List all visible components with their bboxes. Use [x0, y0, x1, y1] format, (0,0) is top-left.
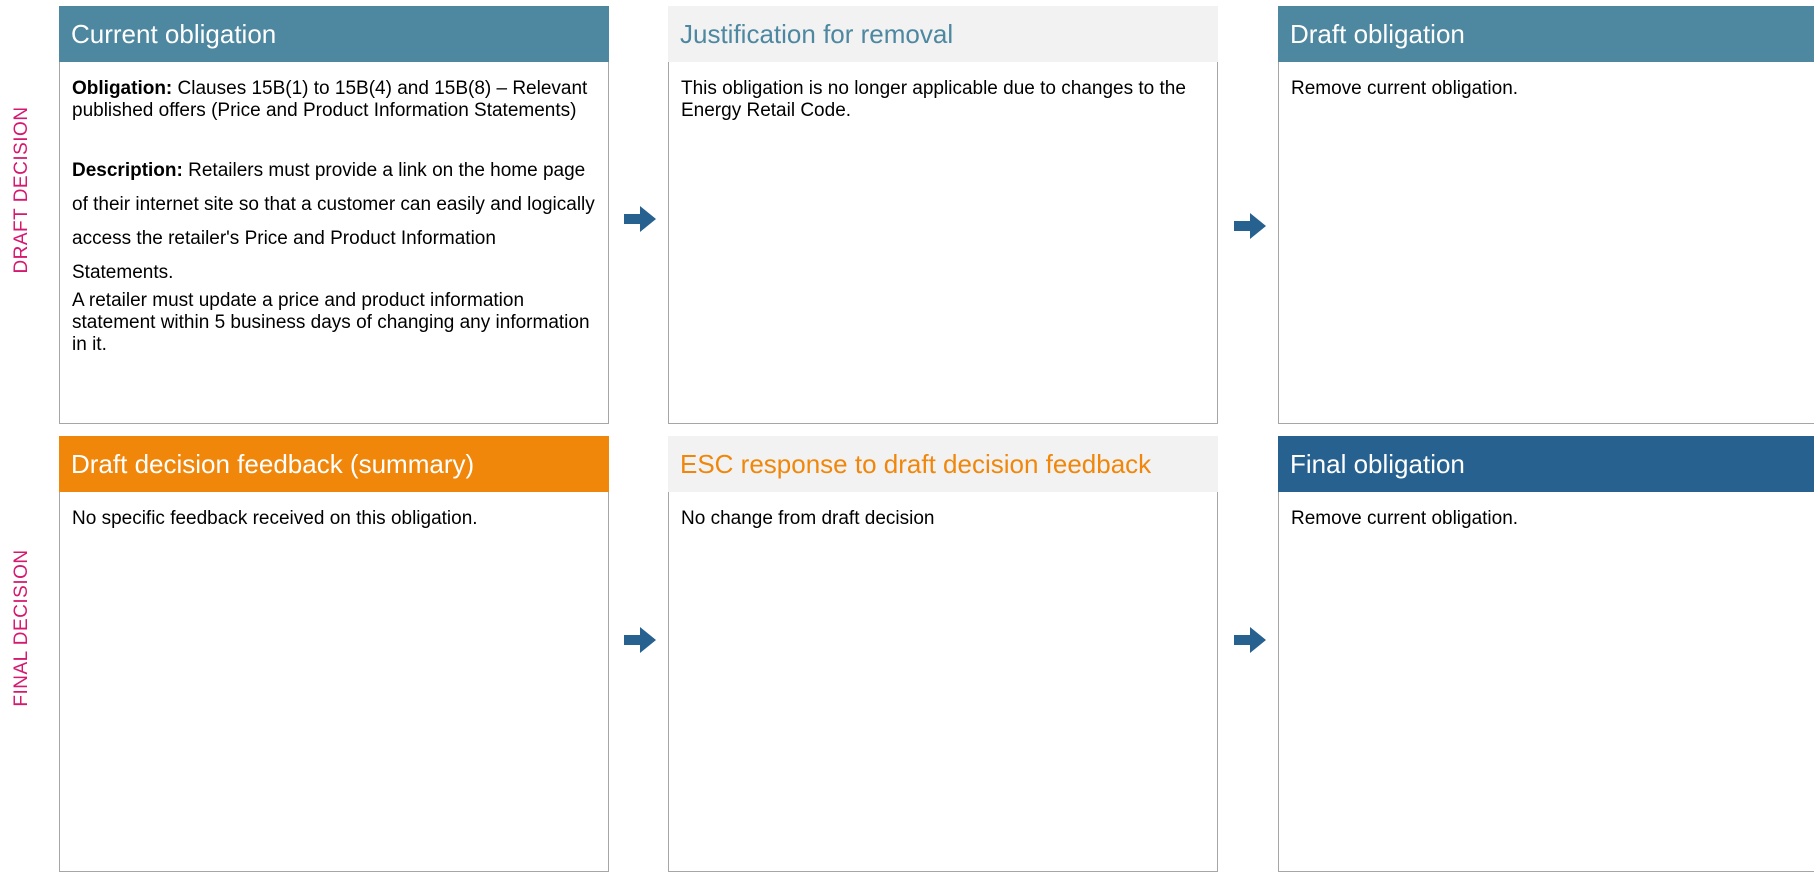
final-obligation-card: Final obligation Remove current obligati… [1278, 436, 1814, 872]
arrow-icon [1234, 627, 1266, 653]
current-obligation-body: Obligation: Clauses 15B(1) to 15B(4) and… [59, 62, 609, 424]
current-obligation-card: Current obligation Obligation: Clauses 1… [59, 6, 609, 424]
obligation-label: Obligation: [72, 78, 173, 99]
esc-response-card: ESC response to draft decision feedback … [668, 436, 1218, 872]
final-obligation-title: Final obligation [1278, 436, 1814, 492]
description-label: Description: [72, 160, 183, 181]
final-obligation-body: Remove current obligation. [1278, 492, 1814, 872]
draft-obligation-text: Remove current obligation. [1291, 78, 1519, 99]
feedback-title: Draft decision feedback (summary) [59, 436, 609, 492]
feedback-body: No specific feedback received on this ob… [59, 492, 609, 872]
current-obligation-title: Current obligation [59, 6, 609, 62]
draft-obligation-card: Draft obligation Remove current obligati… [1278, 6, 1814, 424]
justification-card: Justification for removal This obligatio… [668, 6, 1218, 424]
draft-decision-label: DRAFT DECISION [11, 106, 32, 274]
justification-text: This obligation is no longer applicable … [681, 78, 1186, 121]
esc-response-body: No change from draft decision [668, 492, 1218, 872]
justification-title: Justification for removal [668, 6, 1218, 62]
arrow-icon [624, 627, 656, 653]
extra-obligation-text: A retailer must update a price and produ… [72, 290, 590, 355]
draft-obligation-body: Remove current obligation. [1278, 62, 1814, 424]
draft-obligation-title: Draft obligation [1278, 6, 1814, 62]
esc-response-title: ESC response to draft decision feedback [668, 436, 1218, 492]
arrow-icon [1234, 213, 1266, 239]
feedback-text: No specific feedback received on this ob… [72, 508, 478, 529]
feedback-card: Draft decision feedback (summary) No spe… [59, 436, 609, 872]
arrow-icon [624, 206, 656, 232]
justification-body: This obligation is no longer applicable … [668, 62, 1218, 424]
esc-response-text: No change from draft decision [681, 508, 935, 529]
obligation-paragraph: Obligation: Clauses 15B(1) to 15B(4) and… [72, 78, 596, 122]
description-paragraph: Description: Retailers must provide a li… [72, 154, 596, 290]
final-decision-label: FINAL DECISION [11, 549, 32, 707]
final-obligation-text: Remove current obligation. [1291, 508, 1519, 529]
